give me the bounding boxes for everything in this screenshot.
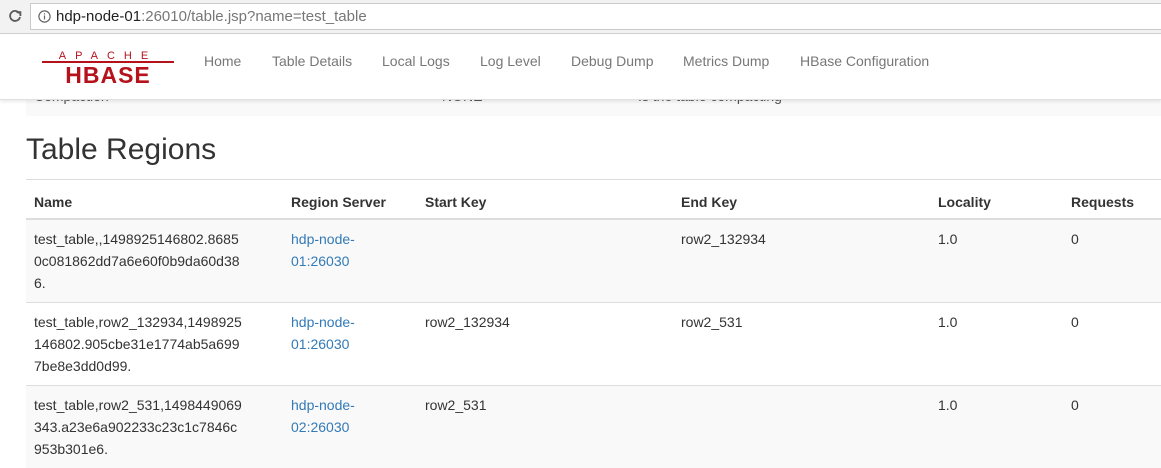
table-row: test_table,row2_132934,1498925 146802.90… bbox=[26, 303, 1161, 386]
start-key bbox=[417, 219, 673, 303]
region-server-line[interactable]: hdp-node- bbox=[291, 228, 409, 250]
start-key: row2_132934 bbox=[417, 303, 673, 386]
logo-apache-text: APACHE bbox=[59, 50, 157, 62]
hbase-logo[interactable]: APACHE HBASE bbox=[40, 49, 176, 85]
region-server-line[interactable]: hdp-node- bbox=[291, 394, 409, 416]
table-row: test_table,row2_531,1498449069 343.a23e6… bbox=[26, 386, 1161, 468]
region-server-link[interactable]: hdp-node- 02:26030 bbox=[283, 386, 417, 468]
region-name-line: test_table,row2_132934,1498925 bbox=[34, 311, 275, 333]
browser-address-bar: hdp-node-01:26010/table.jsp?name=test_ta… bbox=[0, 0, 1161, 34]
region-name: test_table,row2_132934,1498925 146802.90… bbox=[26, 303, 283, 386]
locality: 1.0 bbox=[930, 219, 1063, 303]
regions-table: Name Region Server Start Key End Key Loc… bbox=[26, 179, 1161, 468]
end-key: row2_531 bbox=[673, 303, 930, 386]
requests: 0 bbox=[1063, 219, 1161, 303]
region-server-link[interactable]: hdp-node- 01:26030 bbox=[283, 219, 417, 303]
url-field[interactable]: hdp-node-01:26010/table.jsp?name=test_ta… bbox=[30, 3, 1161, 30]
reload-icon[interactable] bbox=[8, 9, 22, 23]
requests: 0 bbox=[1063, 386, 1161, 468]
region-server-line[interactable]: 01:26030 bbox=[291, 333, 409, 355]
region-name-line: 0c081862dd7a6e60f0b9da60d38 bbox=[34, 250, 275, 272]
region-name-line: 953b301e6. bbox=[34, 438, 275, 460]
url-path: :26010/table.jsp?name=test_table bbox=[141, 8, 367, 25]
start-key: row2_531 bbox=[417, 386, 673, 468]
nav-local-logs[interactable]: Local Logs bbox=[382, 53, 450, 69]
header-end-key: End Key bbox=[673, 180, 930, 220]
nav-metrics-dump[interactable]: Metrics Dump bbox=[683, 53, 769, 69]
region-name-line: 6. bbox=[34, 272, 275, 294]
nav-log-level[interactable]: Log Level bbox=[480, 53, 541, 69]
end-key bbox=[673, 386, 930, 468]
region-server-line[interactable]: hdp-node- bbox=[291, 311, 409, 333]
url-text: hdp-node-01:26010/table.jsp?name=test_ta… bbox=[56, 8, 367, 25]
url-host: hdp-node-01 bbox=[56, 8, 141, 25]
region-name-line: test_table,,1498925146802.8685 bbox=[34, 228, 275, 250]
region-name-line: 146802.905cbe31e1774ab5a699 bbox=[34, 333, 275, 355]
locality: 1.0 bbox=[930, 386, 1063, 468]
navbar: APACHE HBASE Home Table Details Local Lo… bbox=[0, 35, 1161, 100]
region-server-line[interactable]: 02:26030 bbox=[291, 416, 409, 438]
header-region-server: Region Server bbox=[283, 180, 417, 220]
nav-hbase-configuration[interactable]: HBase Configuration bbox=[800, 53, 929, 69]
info-icon[interactable] bbox=[38, 10, 51, 23]
requests: 0 bbox=[1063, 303, 1161, 386]
locality: 1.0 bbox=[930, 303, 1063, 386]
region-name: test_table,row2_531,1498449069 343.a23e6… bbox=[26, 386, 283, 468]
nav-table-details[interactable]: Table Details bbox=[272, 53, 352, 69]
region-name-line: test_table,row2_531,1498449069 bbox=[34, 394, 275, 416]
region-name-line: 7be8e3dd0d99. bbox=[34, 355, 275, 377]
nav-home[interactable]: Home bbox=[204, 53, 241, 69]
logo-hbase-text: HBASE bbox=[65, 62, 151, 85]
header-start-key: Start Key bbox=[417, 180, 673, 220]
end-key: row2_132934 bbox=[673, 219, 930, 303]
header-requests: Requests bbox=[1063, 180, 1161, 220]
region-server-link[interactable]: hdp-node- 01:26030 bbox=[283, 303, 417, 386]
header-name: Name bbox=[26, 180, 283, 220]
region-server-line[interactable]: 01:26030 bbox=[291, 250, 409, 272]
header-locality: Locality bbox=[930, 180, 1063, 220]
table-header-row: Name Region Server Start Key End Key Loc… bbox=[26, 180, 1161, 220]
region-name: test_table,,1498925146802.8685 0c081862d… bbox=[26, 219, 283, 303]
section-title: Table Regions bbox=[26, 133, 216, 167]
region-name-line: 343.a23e6a902233c23c1c7846c bbox=[34, 416, 275, 438]
table-row: test_table,,1498925146802.8685 0c081862d… bbox=[26, 219, 1161, 303]
nav-debug-dump[interactable]: Debug Dump bbox=[571, 53, 654, 69]
